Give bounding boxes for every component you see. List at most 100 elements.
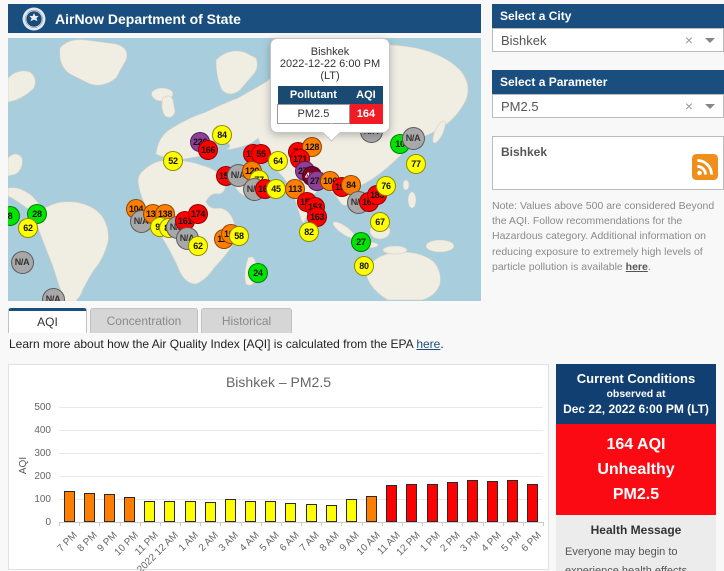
app-header: AirNow Department of State [8,4,481,33]
chart-bar[interactable] [386,485,397,522]
aqi-chart-panel: Bishkek – PM2.5 AQI 01002003004005007 PM… [8,364,549,570]
chart-bar[interactable] [225,499,236,522]
aqi-marker[interactable]: 27 [351,232,371,252]
x-tick-mark [483,522,484,526]
x-tick-mark [99,522,100,526]
rss-icon[interactable] [692,154,718,185]
chart-bar[interactable] [487,481,498,522]
x-tick-mark [382,522,383,526]
aqi-value-block: 164 AQI Unhealthy PM2.5 [556,424,716,515]
chart-bar[interactable] [306,504,317,522]
aqi-marker[interactable]: 52 [163,151,183,171]
chart-bar[interactable] [124,497,135,522]
chart-bar[interactable] [447,482,458,522]
aqi-marker[interactable]: 77 [406,154,426,174]
x-tick-label: 2 AM [197,530,221,554]
x-tick-mark [462,522,463,526]
chart-bar[interactable] [84,493,95,522]
y-tick-label: 300 [19,448,51,459]
aqi-marker[interactable]: N/A [402,127,425,150]
aqi-marker[interactable]: 24 [248,263,268,283]
x-tick-mark [402,522,403,526]
chart-bar[interactable] [406,484,417,522]
popup-table: Pollutant AQI PM2.5 164 [277,86,383,124]
x-tick-label: 7 PM [56,530,80,554]
health-message-text: Everyone may begin to experience health … [565,543,707,571]
x-tick-mark [241,522,242,526]
aqi-marker[interactable]: 84 [212,125,232,145]
city-select-header: Select a City [492,4,724,28]
aqi-value: 164 AQI [556,432,716,457]
chart-bar[interactable] [285,503,296,522]
x-tick-mark [362,522,363,526]
chart-bar[interactable] [427,484,438,522]
tab-historical[interactable]: Historical [201,308,292,333]
health-message-block: Health Message Everyone may begin to exp… [556,515,716,571]
chart-bar[interactable] [326,505,337,522]
x-tick-label: 5 PM [499,530,523,554]
parameter-clear-icon[interactable]: × [685,98,693,114]
x-tick-mark [341,522,342,526]
aqi-marker[interactable]: 174 [188,204,208,224]
chart-bar[interactable] [527,484,538,522]
tab-bar: AQI Concentration Historical [8,308,292,333]
y-tick-label: 100 [19,494,51,505]
aqi-marker[interactable]: 80 [354,256,374,276]
world-map[interactable]: 82862N/AN/A104N/A1361389888N/A161174N/A6… [8,38,481,301]
aqi-marker[interactable]: 82 [299,222,319,242]
city-clear-icon[interactable]: × [685,32,693,48]
chart-bar[interactable] [104,494,115,522]
chart-bar[interactable] [64,491,75,522]
aqi-marker[interactable]: 67 [370,212,390,232]
map-popup: Bishkek 2022-12-22 6:00 PM (LT) Pollutan… [270,38,390,133]
tab-aqi[interactable]: AQI [8,308,87,333]
popup-city: Bishkek [277,46,383,58]
parameter-select[interactable]: PM2.5 × [492,94,724,118]
aqi-marker[interactable]: 45 [266,179,286,199]
aqi-marker[interactable]: 62 [188,236,208,256]
aqi-marker[interactable]: 58 [229,226,249,246]
city-select[interactable]: Bishkek × [492,28,724,52]
chart-bar[interactable] [205,502,216,522]
observed-at-label: observed at [560,388,712,400]
aqi-marker[interactable]: 76 [376,176,396,196]
health-message-title: Health Message [565,523,707,537]
popup-col-pollutant: Pollutant [278,86,350,105]
x-tick-mark [543,522,544,526]
chart-gridline [59,453,543,454]
x-tick-label: 1 PM [419,530,443,554]
y-tick-label: 500 [19,402,51,413]
tab-concentration[interactable]: Concentration [90,308,198,333]
chart-bar[interactable] [467,480,478,522]
chart-bar[interactable] [245,501,256,522]
x-tick-label: 1 AM [177,530,201,554]
aqi-marker[interactable]: 64 [268,151,288,171]
chart-gridline [59,476,543,477]
x-tick-mark [321,522,322,526]
note-here-link[interactable]: here [626,261,648,273]
x-tick-mark [503,522,504,526]
current-conditions-header: Current Conditions observed at Dec 22, 2… [556,364,716,424]
popup-datetime: 2022-12-22 6:00 PM (LT) [277,58,383,82]
y-tick-label: 400 [19,425,51,436]
chart-bar[interactable] [366,496,377,522]
chart-bar[interactable] [507,480,518,522]
city-caret-icon[interactable] [705,38,715,43]
chart-bar[interactable] [265,501,276,522]
chart-bar[interactable] [346,499,357,522]
chart-bar[interactable] [164,501,175,522]
x-tick-mark [281,522,282,526]
chart-bar[interactable] [144,501,155,522]
aqi-marker[interactable]: 62 [18,218,38,238]
x-tick-label: 4 PM [479,530,503,554]
epa-here-link[interactable]: here [416,337,440,351]
aqi-marker[interactable]: N/A [11,251,34,274]
note-suffix: . [648,261,651,273]
x-tick-label: 2 PM [439,530,463,554]
chart-bar[interactable] [185,501,196,522]
parameter-caret-icon[interactable] [705,104,715,109]
x-tick-mark [120,522,121,526]
aqi-category: Unhealthy [556,457,716,482]
x-tick-mark [301,522,302,526]
popup-aqi-value: 164 [349,105,382,124]
